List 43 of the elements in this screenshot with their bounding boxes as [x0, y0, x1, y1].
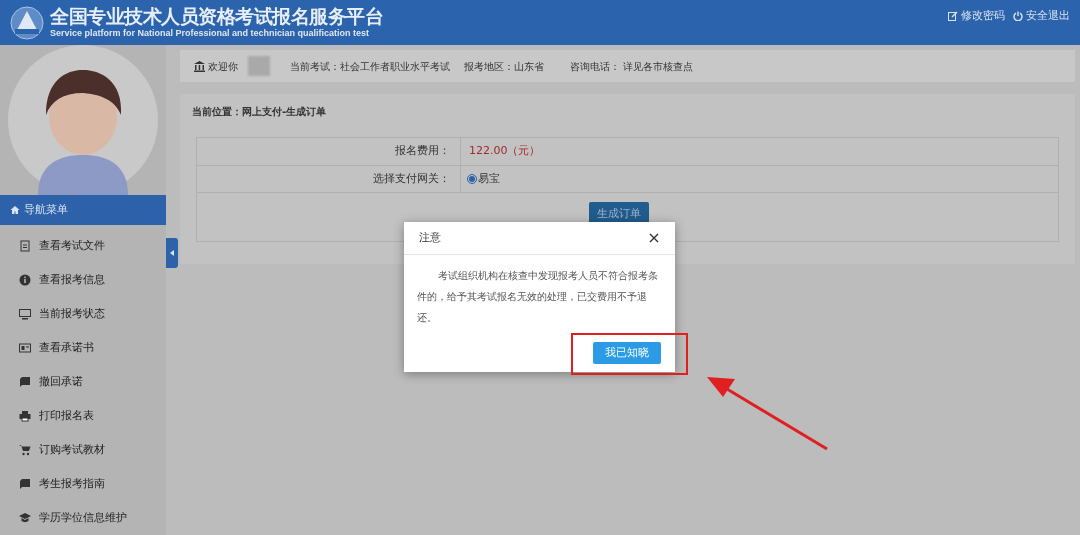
site-subtitle: Service platform for National Professional and technician qualification test: [50, 29, 371, 38]
logo-icon: [10, 5, 44, 40]
close-icon: [649, 233, 659, 243]
nav-menu-title: 导航菜单: [24, 202, 68, 218]
nav-item[interactable]: 查看报考信息: [0, 263, 166, 297]
bank-icon: [194, 60, 205, 72]
cart-icon: [19, 444, 31, 456]
nav-item[interactable]: 考生报考指南: [0, 467, 166, 501]
fee-value: 122.00（元）: [469, 143, 541, 160]
gateway-label: 选择支付网关：: [373, 170, 450, 187]
consult-phone: 咨询电话： 详见各市核查点: [570, 59, 694, 74]
monitor-icon: [19, 308, 31, 320]
nav-item[interactable]: 订购考试教材: [0, 433, 166, 467]
dialog-message: 考试组织机构在核查中发现报考人员不符合报考条件的，给予其考试报名无效的处理，已交费用不予退还。: [416, 269, 659, 325]
nav-item[interactable]: 撤回承诺: [0, 365, 166, 399]
info-icon: [19, 274, 31, 286]
fee-label: 报名费用：: [395, 143, 450, 160]
graduation-cap-icon: [19, 512, 31, 524]
nav-item[interactable]: 打印报名表: [0, 399, 166, 433]
home-icon: [10, 205, 20, 216]
site-title: 全国专业技术人员资格考试报名服务平台: [50, 7, 384, 26]
avatar-icon: [8, 45, 158, 196]
nav-item[interactable]: 学历学位信息维护: [0, 501, 166, 535]
caret-icon: [170, 250, 174, 256]
redacted-name: [248, 56, 270, 76]
exam-region: 报考地区：山东省: [464, 59, 544, 74]
gateway-radio[interactable]: 易宝: [467, 170, 500, 188]
printer-icon: [19, 410, 31, 422]
breadcrumb: 当前位置：网上支付-生成订单: [192, 104, 327, 119]
close-button[interactable]: [648, 232, 660, 244]
dialog-title: 注意: [419, 229, 441, 246]
logout-link[interactable]: 安全退出: [1013, 8, 1070, 25]
nav-item[interactable]: 查看承诺书: [0, 331, 166, 365]
change-password-link[interactable]: 修改密码: [948, 8, 1005, 25]
welcome-text: 欢迎你: [208, 59, 238, 74]
document-icon: [19, 240, 31, 252]
nav-item[interactable]: 当前报考状态: [0, 297, 166, 331]
edit-icon: [948, 11, 958, 22]
power-icon: [1013, 11, 1023, 22]
nav-item[interactable]: 查看考试文件: [0, 229, 166, 263]
current-exam: 当前考试：社会工作者职业水平考试: [290, 59, 450, 74]
card-icon: [19, 342, 31, 354]
collapse-tab[interactable]: [166, 238, 178, 268]
